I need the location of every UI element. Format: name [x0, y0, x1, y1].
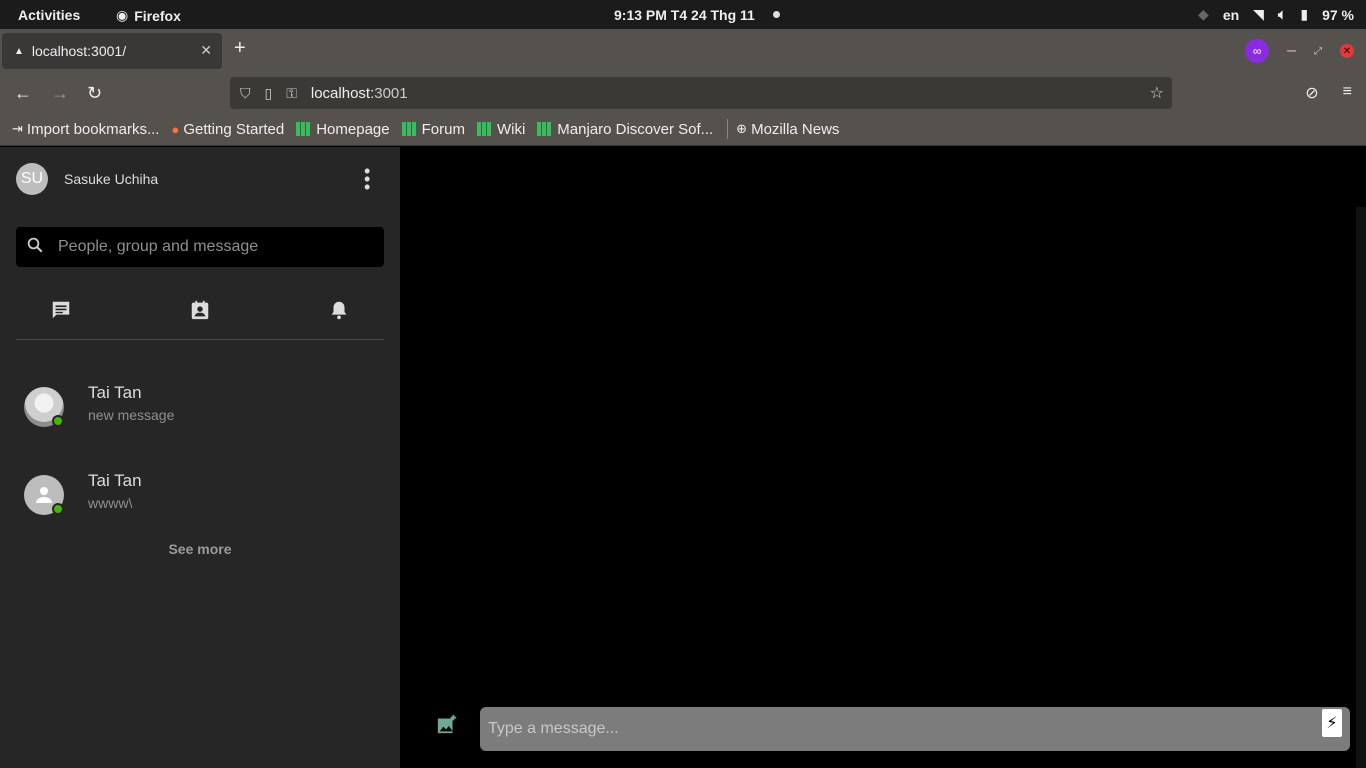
bookmark-homepage[interactable]: Homepage: [296, 121, 390, 138]
user-profile[interactable]: SU Sasuke Uchiha: [16, 163, 158, 195]
minimize-button[interactable]: –: [1287, 42, 1296, 60]
battery-level: 97 %: [1322, 6, 1354, 23]
search-icon: [26, 236, 50, 259]
app-menu[interactable]: ◉ Firefox: [116, 7, 181, 24]
bookmark-mozilla-news[interactable]: ⊕ Mozilla News: [736, 121, 839, 138]
url-bar[interactable]: ⛉ ▯ ⚿ localhost:3001 ☆: [230, 77, 1172, 109]
last-message: new message: [88, 407, 175, 423]
chat-scrollbar[interactable]: [1356, 207, 1366, 768]
search-input[interactable]: [58, 238, 378, 256]
import-icon: ⇥: [12, 121, 23, 136]
globe-icon: ⊕: [736, 121, 748, 136]
conversation-item[interactable]: Tai Tan new message: [0, 367, 400, 455]
tab-title: localhost:3001/: [31, 43, 127, 59]
new-tab-button[interactable]: +: [234, 37, 246, 60]
close-tab-icon[interactable]: ✕: [200, 42, 212, 59]
lightning-icon[interactable]: ⚡︎: [1322, 709, 1342, 737]
bookmark-import[interactable]: ⇥ Import bookmarks...: [12, 121, 159, 138]
forward-button[interactable]: →: [51, 83, 69, 104]
firefox-icon: ◉: [116, 7, 129, 23]
window-controls: ∞ – ⤢ ✕: [1245, 39, 1354, 63]
browser-nav-bar: ← → ↻ ⛉ ▯ ⚿ localhost:3001 ☆ ⊘ ≡: [0, 73, 1366, 113]
chat-sidebar: SU Sasuke Uchiha ••• Tai Tan new message…: [0, 147, 400, 768]
browser-tab-bar: ▲ localhost:3001/ ✕ + ∞ – ⤢ ✕: [0, 29, 1366, 73]
url-text: localhost:3001: [310, 84, 408, 102]
search-box[interactable]: [16, 227, 384, 267]
bookmark-separator: [727, 119, 729, 139]
maximize-button[interactable]: ⤢: [1314, 46, 1322, 57]
last-message: wwww\: [88, 495, 133, 511]
tab-contacts[interactable]: [189, 299, 211, 327]
chat-panel: ➤ ⚡︎: [400, 147, 1366, 768]
bookmark-getting-started[interactable]: ● Getting Started: [171, 121, 284, 138]
system-top-bar: Activities ◉ Firefox 9:13 PM T4 24 Thg 1…: [0, 0, 1366, 29]
tab-notifications[interactable]: [328, 299, 350, 327]
bell-icon: [331, 301, 347, 320]
see-more-button[interactable]: See more: [0, 541, 400, 557]
message-input[interactable]: [488, 720, 1288, 738]
volume-icon: 🔈︎: [1277, 6, 1287, 22]
add-image-icon[interactable]: [436, 713, 458, 741]
manjaro-icon: [537, 122, 552, 136]
page-icon[interactable]: ▯: [265, 85, 273, 102]
bookmark-manjaro-discover[interactable]: Manjaro Discover Sof...: [537, 121, 713, 138]
bookmark-star-icon[interactable]: ☆: [1150, 83, 1164, 103]
activities-button[interactable]: Activities: [18, 7, 80, 23]
browser-tab[interactable]: ▲ localhost:3001/ ✕: [2, 33, 222, 69]
bookmarks-toolbar: ⇥ Import bookmarks... ● Getting Started …: [0, 113, 1366, 146]
firefox-icon: ●: [171, 121, 180, 137]
privacy-icon: ◆: [1198, 6, 1209, 22]
tab-chats[interactable]: [50, 299, 72, 327]
private-browsing-icon: ∞: [1245, 39, 1270, 63]
wifi-icon: ◥: [1253, 6, 1264, 22]
more-options-icon[interactable]: • • •: [364, 162, 370, 196]
chat-icon: [52, 301, 70, 319]
key-icon[interactable]: ⚿: [286, 85, 297, 102]
reload-button[interactable]: ↻: [87, 83, 102, 104]
sidebar-tabs: [16, 287, 384, 340]
bookmark-forum[interactable]: Forum: [401, 121, 465, 138]
hamburger-menu-icon[interactable]: ≡: [1343, 83, 1352, 103]
conversation-item[interactable]: Tai Tan wwww\: [0, 455, 400, 543]
contact-name: Tai Tan: [88, 471, 142, 490]
shield-icon[interactable]: ⛉: [240, 85, 251, 102]
contacts-icon: [191, 300, 209, 320]
language-indicator[interactable]: en: [1223, 7, 1239, 23]
avatar[interactable]: SU: [16, 163, 48, 195]
manjaro-icon: [401, 122, 416, 136]
online-status-indicator: [52, 415, 64, 427]
system-tray[interactable]: ◆ en ◥ 🔈︎ ▮ 97 %: [1198, 6, 1354, 23]
app-name: Firefox: [134, 7, 181, 24]
notification-dot: [773, 11, 780, 18]
close-window-button[interactable]: ✕: [1340, 44, 1354, 58]
message-composer[interactable]: ➤ ⚡︎: [480, 707, 1350, 751]
contact-name: Tai Tan: [88, 383, 142, 402]
user-name: Sasuke Uchiha: [64, 171, 159, 187]
manjaro-icon: [296, 122, 311, 136]
tab-favicon: ▲: [14, 45, 24, 57]
pocket-icon[interactable]: ⊘: [1305, 83, 1318, 103]
online-status-indicator: [52, 503, 64, 515]
clock[interactable]: 9:13 PM T4 24 Thg 11: [614, 7, 755, 23]
battery-icon: ▮: [1300, 6, 1309, 22]
back-button[interactable]: ←: [14, 83, 32, 104]
manjaro-icon: [476, 122, 491, 136]
bookmark-wiki[interactable]: Wiki: [476, 121, 525, 138]
